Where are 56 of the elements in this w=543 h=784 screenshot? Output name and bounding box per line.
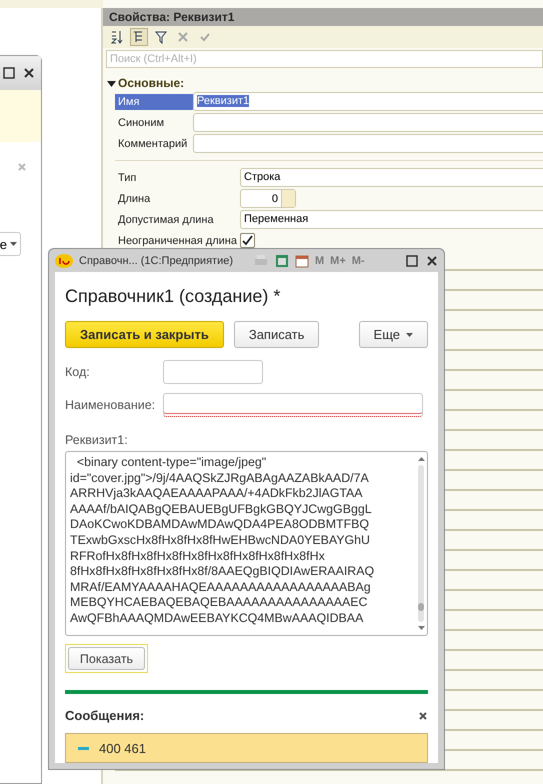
close-icon (426, 254, 438, 266)
number-field[interactable]: 0 (240, 189, 296, 208)
form-heading: Справочник1 (создание) * (65, 286, 282, 307)
filter-icon (154, 30, 168, 44)
close-icon (23, 67, 35, 79)
maximize-icon (3, 67, 15, 79)
sort-icon (110, 30, 124, 44)
text-area[interactable] (65, 451, 428, 636)
binary-text: <binary content-type="image/jpeg" id="cover.jpg">/9j/4AAQSkZJRgABAgAAZABkAAD/7A ARRHVja3kAAQAEAAAAPAAA/+4ADkFkb2JlAGTAA AAAAf/bAIQABgQEBAUEBgUFBgkGBQYJCwgGBggL DAoKCwoKDBAMDAwMDAwQDA4PEA8ODBMTFBQ TExwbGxscHx8fHx8fHx8fHwEHBwcNDA0YEBAYGhU RFRofHx8fHx8fHx8fHx8fHx8fHx8fHx8fHx8fHx 8fHx8fHx8fHx8fHx8fHx8f/8AAEQgBIQDIAwERAAIRAQ MRAf/EAMYAAAAHAQEAAAAAAAAAAAAAAAAABAg MEBQYHCAEBAQEBAQEBAAAAAAAAAAAAAAAEC AwQFBhAAAQMDAwEEBAYKCQ4MBwAAAQIDBAA (70, 455, 376, 627)
property-label[interactable]: Комментарий (115, 136, 193, 152)
check-icon (199, 31, 211, 43)
property-label[interactable]: Имя (115, 94, 193, 110)
more-button[interactable]: Еще (358, 321, 428, 348)
field-label: Код: (65, 365, 91, 379)
search-field[interactable]: Поиск (Ctrl+Alt+I) (106, 50, 543, 68)
field-label: Наименование: (65, 398, 156, 412)
input-field[interactable] (163, 393, 423, 417)
property-field[interactable] (193, 134, 543, 153)
group-label: Основные: (118, 76, 184, 90)
window-title: Справочн... (1С:Предприятие) (79, 254, 233, 266)
calculator-icon (275, 254, 289, 268)
property-label[interactable]: Синоним (115, 114, 193, 130)
printer-icon (253, 254, 269, 268)
maximize-icon (406, 254, 418, 266)
calendar-icon (295, 254, 309, 268)
scrollbar[interactable] (415, 455, 427, 632)
property-field[interactable]: Реквизит1 (193, 92, 543, 111)
field-label: Реквизит1: (65, 433, 129, 447)
close-icon (17, 162, 27, 172)
panel-title: Свойства: Реквизит1 (103, 8, 543, 26)
caret-icon (406, 332, 413, 336)
logo-icon (55, 254, 73, 268)
toolbar-button[interactable] (130, 28, 148, 46)
messages-title: Сообщения: (65, 708, 144, 723)
close-icon (177, 31, 189, 43)
scroll-thumb[interactable] (418, 603, 424, 612)
property-label: Допустимая длина (117, 212, 215, 228)
save-button[interactable]: Записать и закрыть (65, 321, 224, 348)
dash-icon (78, 746, 89, 750)
checkbox[interactable] (240, 233, 255, 248)
property-field[interactable]: Строка (240, 168, 543, 187)
message-text: 400 461 (99, 740, 146, 756)
save-button[interactable]: Записать (234, 321, 320, 348)
property-field[interactable]: Переменная (240, 210, 543, 229)
property-label: Длина (117, 192, 152, 206)
scroll-up-icon[interactable] (418, 457, 424, 461)
property-field[interactable] (193, 113, 543, 132)
property-label: Тип (117, 170, 138, 186)
property-label: Неограниченная длина (117, 234, 238, 248)
input-field[interactable] (163, 360, 263, 384)
expand-icon[interactable] (107, 78, 116, 88)
close-icon (418, 710, 428, 720)
show-button[interactable]: Показать (68, 647, 145, 670)
scroll-down-icon[interactable] (418, 626, 424, 630)
dropdown[interactable]: е (0, 232, 21, 256)
caret-icon (10, 242, 17, 246)
